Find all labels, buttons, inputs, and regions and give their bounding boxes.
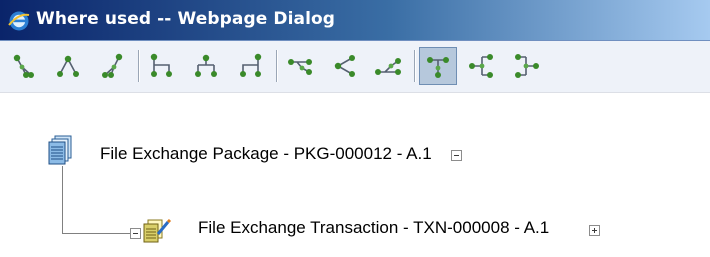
where-used-tree: File Exchange Package - PKG-000012 - A.1… bbox=[0, 93, 710, 257]
tree-layout-horizontal-center-button[interactable] bbox=[325, 47, 363, 85]
tree-layout-vertical-active-button[interactable] bbox=[419, 47, 457, 85]
collapse-toggle[interactable] bbox=[451, 150, 462, 161]
tree-layout-org-left-icon bbox=[240, 53, 262, 77]
tree-layout-org-right-button[interactable] bbox=[143, 47, 181, 85]
tree-layout-down-left-icon bbox=[102, 53, 123, 78]
tree-layout-horizontal-left-icon bbox=[375, 58, 401, 75]
tree-layout-horizontal-right-icon bbox=[288, 59, 312, 75]
tree-layout-vertical-left-icon bbox=[469, 54, 493, 78]
toolbar-separator bbox=[138, 50, 140, 82]
plus-icon-v bbox=[594, 228, 595, 233]
ie-icon bbox=[8, 11, 30, 31]
tree-node-label[interactable]: File Exchange Transaction - TXN-000008 -… bbox=[198, 218, 549, 238]
tree-layout-down-center-icon bbox=[57, 55, 79, 77]
expand-toggle[interactable] bbox=[589, 225, 600, 236]
tree-layout-horizontal-right-button[interactable] bbox=[281, 47, 319, 85]
tree-connector-vertical bbox=[62, 166, 63, 234]
tree-layout-vertical-right-icon bbox=[515, 54, 539, 78]
transaction-document-icon bbox=[143, 218, 172, 243]
minus-icon bbox=[454, 155, 459, 156]
tree-layout-down-left-button[interactable] bbox=[93, 47, 131, 85]
tree-layout-down-right-icon bbox=[13, 54, 34, 78]
toolbar-separator bbox=[414, 50, 416, 82]
collapse-toggle[interactable] bbox=[130, 228, 141, 239]
tree-layout-org-center-button[interactable] bbox=[187, 47, 225, 85]
tree-node-label[interactable]: File Exchange Package - PKG-000012 - A.1 bbox=[100, 144, 432, 164]
tree-layout-org-left-button[interactable] bbox=[231, 47, 269, 85]
tree-layout-org-right-icon bbox=[150, 53, 172, 77]
package-document-icon bbox=[48, 135, 72, 165]
tree-connector-horizontal bbox=[62, 233, 130, 234]
tree-layout-down-right-button[interactable] bbox=[5, 47, 43, 85]
tree-layout-vertical-left-button[interactable] bbox=[463, 47, 501, 85]
tree-layout-horizontal-center-icon bbox=[334, 55, 355, 77]
tree-layout-org-center-icon bbox=[195, 54, 217, 77]
layout-toolbar bbox=[0, 41, 710, 93]
window-title: Where used -- Webpage Dialog bbox=[36, 9, 336, 29]
title-bar[interactable]: Where used -- Webpage Dialog bbox=[0, 0, 710, 41]
minus-icon bbox=[133, 233, 138, 234]
tree-layout-vertical-right-button[interactable] bbox=[507, 47, 545, 85]
tree-layout-horizontal-left-button[interactable] bbox=[369, 47, 407, 85]
toolbar-separator bbox=[276, 50, 278, 82]
tree-layout-vertical-active-icon bbox=[427, 57, 449, 78]
tree-layout-down-center-button[interactable] bbox=[49, 47, 87, 85]
